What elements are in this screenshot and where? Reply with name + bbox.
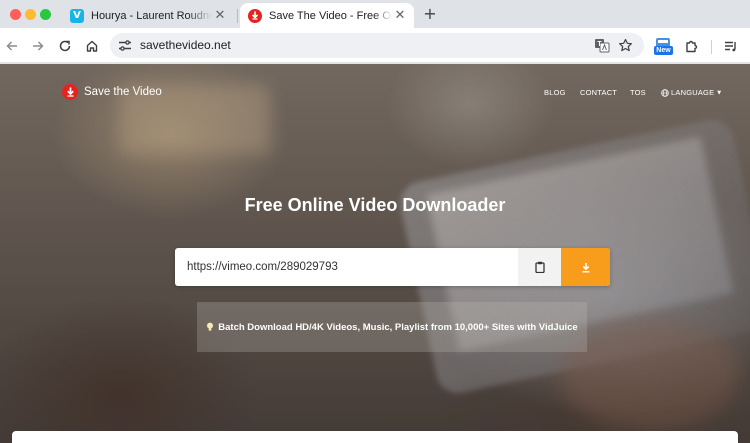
content-card [12,431,738,443]
forward-icon [33,41,44,51]
download-button[interactable] [561,248,610,286]
page-title: Free Online Video Downloader [244,195,506,215]
tab-separator [237,9,238,23]
paste-button[interactable] [518,248,561,286]
globe-icon [661,88,669,97]
tab-close-icon[interactable]: ✕ [392,8,408,23]
translate-icon[interactable] [593,37,611,54]
back-button[interactable] [2,36,22,56]
language-label: LANGUAGE [671,88,715,97]
download-icon [582,262,589,272]
savethevideo-icon [248,8,262,23]
star-icon[interactable] [616,37,634,54]
extension-button[interactable]: New [653,34,673,55]
media-controls-icon [724,41,736,51]
new-tab-button[interactable]: + [420,5,440,23]
nav-link-contact[interactable]: CONTACT [580,88,617,97]
download-form [175,248,610,286]
reload-icon [59,40,71,52]
window-close-button[interactable] [10,9,21,20]
tab-title: Save The Video - Free Online [269,9,392,22]
tab-close-icon[interactable]: ✕ [212,8,228,23]
lightbulb-icon [207,322,214,331]
nav-link-blog[interactable]: BLOG [544,88,566,97]
home-button[interactable] [82,36,102,56]
extensions-menu-button[interactable] [681,36,701,56]
video-url-input[interactable] [175,248,518,286]
toolbar-separator [711,40,712,54]
back-icon [6,41,17,51]
tab-vimeo[interactable]: V Hourya - Laurent Roudneff & ✕ [62,3,234,28]
chevron-down-icon: ▼ [717,89,722,96]
reload-button[interactable] [55,36,75,56]
new-badge: New [654,46,673,55]
page-viewport: Save the Video BLOG CONTACT TOS LANGUAGE… [0,64,750,443]
browser-tab-strip: V Hourya - Laurent Roudneff & ✕ Save The… [0,0,750,28]
url-text[interactable]: savethevideo.net [140,38,231,52]
media-controls-button[interactable] [720,36,740,56]
home-icon [86,40,98,52]
savethevideo-logo-icon [62,84,78,100]
window-maximize-button[interactable] [40,9,51,20]
logo-text: Save the Video [84,86,162,98]
browser-toolbar: savethevideo.net New [0,28,750,63]
batch-download-banner[interactable]: Batch Download HD/4K Videos, Music, Play… [197,302,587,352]
tab-savethevideo[interactable]: Save The Video - Free Online ✕ [240,3,414,28]
batch-banner-text: Batch Download HD/4K Videos, Music, Play… [218,321,578,333]
nav-link-tos[interactable]: TOS [630,88,646,97]
forward-button[interactable] [28,36,48,56]
clipboard-icon [534,261,545,273]
address-bar[interactable]: savethevideo.net [110,33,644,58]
window-minimize-button[interactable] [25,9,36,20]
tab-title: Hourya - Laurent Roudneff & [91,9,212,22]
language-dropdown[interactable]: LANGUAGE ▼ [661,88,721,97]
site-logo[interactable]: Save the Video [62,84,162,100]
puzzle-icon [685,40,697,52]
vimeo-icon: V [70,8,84,23]
site-info-icon[interactable] [117,38,133,53]
